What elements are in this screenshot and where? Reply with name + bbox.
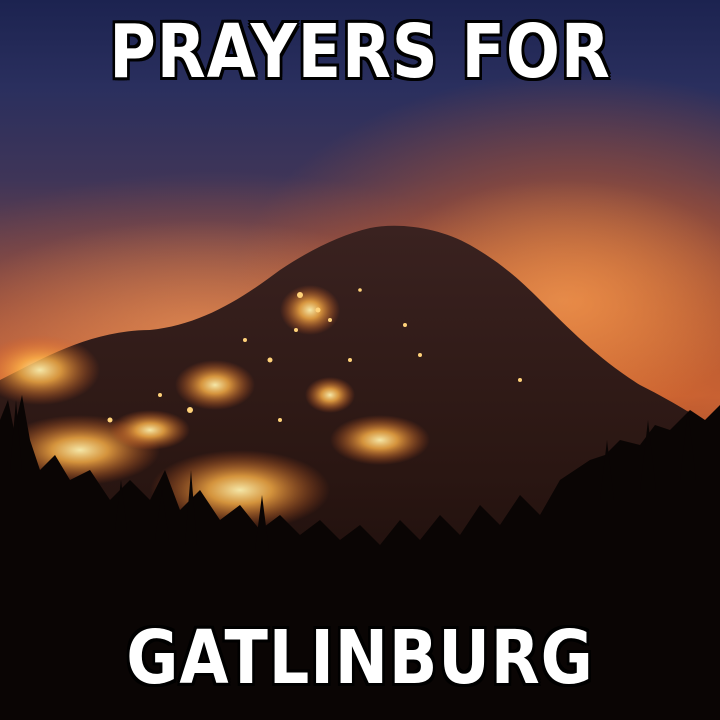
fire-glow	[305, 377, 355, 413]
bottom-caption: GATLINBURG	[126, 615, 594, 701]
fire-glow	[330, 415, 430, 465]
wildfire-mountain-scene	[0, 180, 720, 720]
meme-image: PRAYERS FOR GATLINBURG	[0, 0, 720, 720]
fire-glow	[110, 410, 190, 450]
fire-glow	[280, 285, 340, 335]
fire-glow	[175, 360, 255, 410]
top-caption: PRAYERS FOR	[109, 9, 611, 95]
